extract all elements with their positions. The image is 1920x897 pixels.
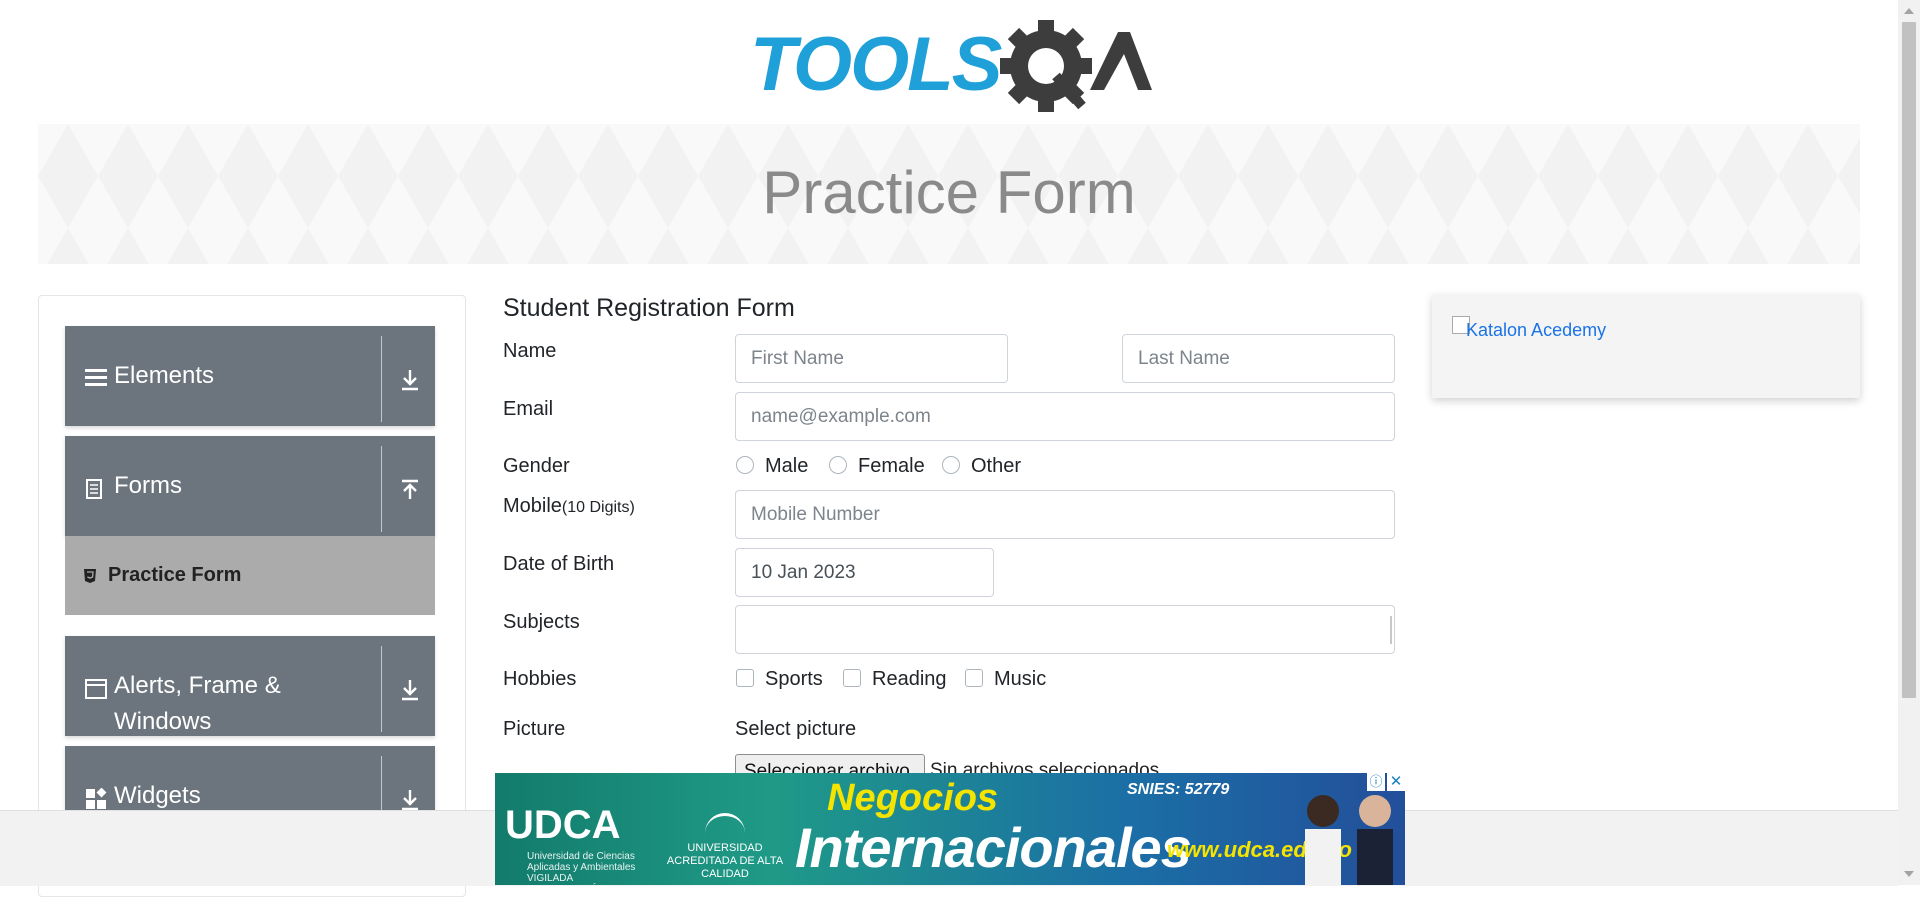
scrollbar-thumb[interactable] <box>1902 22 1916 698</box>
udca-university-name: Universidad de Ciencias Aplicadas y Ambi… <box>527 851 636 873</box>
last-name-input[interactable] <box>1122 334 1395 383</box>
logo-tools-text: TOOLS <box>750 22 1002 107</box>
html5-icon <box>84 569 96 583</box>
hamburger-icon <box>85 369 107 386</box>
hobby-checkbox-music[interactable] <box>965 669 983 687</box>
vertical-scrollbar[interactable] <box>1898 0 1920 885</box>
sidebar-group-label: Elements <box>114 362 215 389</box>
gender-radio-male[interactable] <box>736 456 754 474</box>
toolsqa-logo[interactable]: TOOLS <box>750 18 1152 114</box>
text-caret <box>1390 616 1392 644</box>
sidebar-group-forms[interactable]: Forms <box>65 436 435 536</box>
gender-option-label[interactable]: Male <box>765 455 808 478</box>
sidebar-group-label: Widgets <box>114 782 201 809</box>
separator <box>381 646 382 732</box>
site-header: TOOLS <box>0 0 1898 118</box>
bottom-banner-ad[interactable]: UDCA Universidad de Ciencias Aplicadas y… <box>495 773 1405 885</box>
hobby-option-label[interactable]: Reading <box>872 668 947 691</box>
email-label: Email <box>503 398 554 420</box>
logo-a-letter <box>1090 32 1152 90</box>
gender-radio-female[interactable] <box>829 456 847 474</box>
gear-icon <box>1000 20 1092 112</box>
subjects-label: Subjects <box>503 611 580 633</box>
separator <box>381 446 382 532</box>
accreditation-badge: UNIVERSIDAD ACREDITADA DE ALTA CALIDAD <box>660 813 790 880</box>
first-name-input[interactable] <box>735 334 1008 383</box>
download-arrow-icon[interactable] <box>399 678 421 702</box>
ad-headline-top: Negocios <box>827 777 999 819</box>
hobbies-label: Hobbies <box>503 668 577 690</box>
udca-tagline: VIGILADA MINEDUCACIÓN <box>527 873 605 885</box>
sidebar-group-label-line1: Alerts, Frame & <box>114 672 281 699</box>
udca-logo: UDCA <box>505 803 621 847</box>
udca-subtitle: Universidad de Ciencias Aplicadas y Ambi… <box>527 851 637 885</box>
date-of-birth-input[interactable] <box>735 548 994 597</box>
snies-code: SNIES: 52779 <box>1127 781 1230 798</box>
sun-icon <box>705 813 745 836</box>
download-arrow-icon[interactable] <box>399 368 421 392</box>
upload-arrow-icon[interactable] <box>399 478 421 502</box>
info-icon[interactable]: ⓘ <box>1367 773 1385 791</box>
select-picture-label: Select picture <box>735 718 857 740</box>
people-photo-icon <box>1305 795 1393 885</box>
ad-headline-bottom: Internacionales <box>795 816 1192 879</box>
hobby-checkbox-sports[interactable] <box>736 669 754 687</box>
gender-radio-other[interactable] <box>942 456 960 474</box>
close-icon[interactable]: ✕ <box>1387 773 1405 791</box>
sidebar-item-label: Practice Form <box>108 564 242 586</box>
dob-label: Date of Birth <box>503 553 615 575</box>
mobile-label: Mobile(10 Digits) <box>503 495 635 518</box>
page-banner: Practice Form <box>38 124 1860 264</box>
scroll-down-icon[interactable] <box>1904 871 1914 877</box>
sidebar-group-label-line2: Windows <box>114 708 212 735</box>
sidebar-item-practice-form[interactable]: Practice Form <box>65 536 435 615</box>
sidebar-group-elements[interactable]: Elements <box>65 326 435 426</box>
mobile-hint: (10 Digits) <box>561 499 635 516</box>
sidebar-group-alerts-frame-windows[interactable]: Alerts, Frame & Windows <box>65 636 435 736</box>
sidebar-group-label: Forms <box>114 472 182 499</box>
page-title: Practice Form <box>762 159 1136 226</box>
separator <box>381 336 382 422</box>
gender-option-label[interactable]: Other <box>971 455 1021 478</box>
gender-option-label[interactable]: Female <box>858 455 925 478</box>
scroll-up-icon[interactable] <box>1904 8 1914 14</box>
hobby-option-label[interactable]: Music <box>994 668 1046 691</box>
hobby-checkbox-reading[interactable] <box>843 669 861 687</box>
download-arrow-icon[interactable] <box>399 788 421 812</box>
katalon-ad[interactable]: Katalon Acedemy <box>1432 294 1860 398</box>
mobile-label-text: Mobile <box>503 495 562 517</box>
mobile-input[interactable] <box>735 490 1395 539</box>
widgets-icon <box>86 788 107 809</box>
katalon-ad-alt-text[interactable]: Katalon Acedemy <box>1466 320 1606 341</box>
picture-label: Picture <box>503 718 566 740</box>
subjects-input[interactable] <box>735 605 1395 654</box>
hobby-option-label[interactable]: Sports <box>765 668 823 691</box>
accreditation-text: UNIVERSIDAD ACREDITADA DE ALTA CALIDAD <box>666 842 784 880</box>
email-input[interactable] <box>735 392 1395 441</box>
name-label: Name <box>503 340 557 362</box>
window-icon <box>85 679 107 699</box>
gender-label: Gender <box>503 455 570 477</box>
document-icon <box>86 479 102 499</box>
form-title: Student Registration Form <box>503 294 795 322</box>
